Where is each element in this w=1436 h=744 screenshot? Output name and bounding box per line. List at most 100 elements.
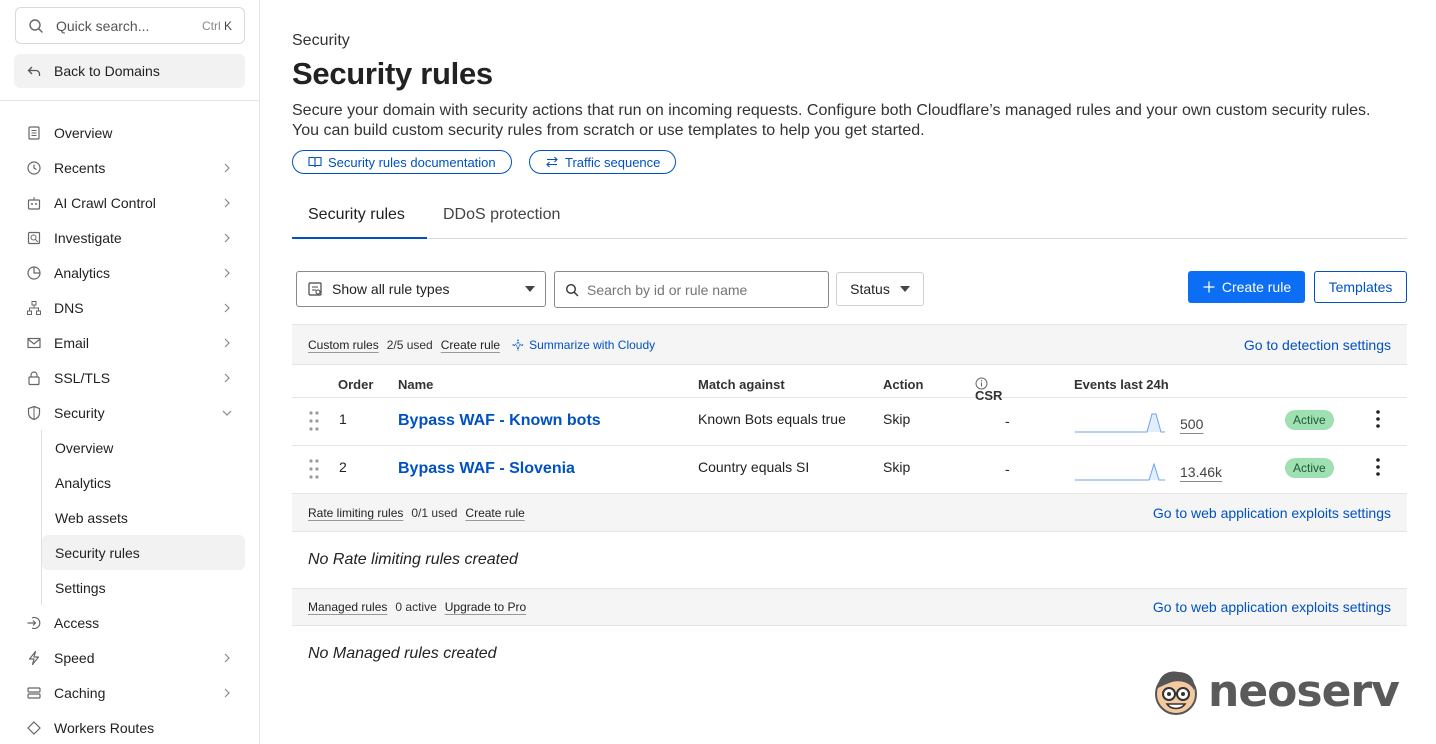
security-submenu: Overview Analytics Web assets Security r… [41, 430, 245, 605]
more-options-icon[interactable] [1376, 458, 1380, 476]
events-sparkline [1075, 462, 1165, 481]
diamond-icon [27, 720, 41, 735]
sidebar-item-label: Settings [55, 579, 106, 596]
web-exploits-settings-link[interactable]: Go to web application exploits settings [1153, 505, 1391, 521]
sidebar-subitem-analytics[interactable]: Analytics [42, 465, 245, 500]
lightning-icon [28, 650, 40, 665]
sidebar-item-access[interactable]: Access [14, 605, 245, 640]
upgrade-to-pro-link[interactable]: Upgrade to Pro [445, 600, 526, 614]
sidebar-item-label: Overview [54, 124, 113, 141]
sidebar-item-label: Analytics [54, 264, 111, 281]
sidebar-item-security[interactable]: Security [14, 395, 245, 430]
web-exploits-settings-link[interactable]: Go to web application exploits settings [1153, 599, 1391, 615]
tab-security-rules[interactable]: Security rules [292, 195, 427, 239]
templates-button[interactable]: Templates [1314, 271, 1407, 303]
rule-name-link[interactable]: Bypass WAF - Slovenia [398, 460, 575, 478]
sidebar-item-label: Speed [54, 649, 95, 666]
status-filter-label: Status [850, 281, 890, 297]
summarize-cloudy-link[interactable]: Summarize with Cloudy [512, 338, 655, 352]
managed-rules-usage: 0 active [395, 600, 437, 614]
rule-type-select[interactable]: Show all rule types [296, 271, 546, 307]
sidebar-subitem-security-rules[interactable]: Security rules [42, 535, 245, 570]
sidebar-item-caching[interactable]: Caching [14, 675, 245, 710]
sidebar-item-ssl-tls[interactable]: SSL/TLS [14, 360, 245, 395]
rule-action: Skip [883, 459, 911, 475]
sidebar-item-label: Recents [54, 159, 106, 176]
column-csr: CSR [975, 377, 1002, 403]
detection-settings-link[interactable]: Go to detection settings [1244, 337, 1391, 353]
chevron-right-icon [224, 373, 230, 382]
rate-limiting-usage: 0/1 used [411, 505, 458, 520]
sidebar-subitem-overview[interactable]: Overview [42, 430, 245, 465]
network-icon [27, 300, 41, 315]
sidebar-item-label: Workers Routes [54, 719, 155, 736]
traffic-sequence-link[interactable]: Traffic sequence [529, 150, 677, 174]
custom-rules-create-link[interactable]: Create rule [441, 338, 500, 352]
tab-ddos-protection[interactable]: DDoS protection [443, 195, 560, 239]
document-icon [28, 125, 40, 140]
rate-limiting-title[interactable]: Rate limiting rules [308, 506, 403, 520]
more-options-icon[interactable] [1376, 410, 1380, 428]
sparkle-icon [512, 338, 524, 351]
sidebar-subitem-settings[interactable]: Settings [42, 570, 245, 605]
quick-search-placeholder: Quick search... [56, 17, 150, 34]
sidebar-item-speed[interactable]: Speed [14, 640, 245, 675]
drag-handle-icon[interactable] [308, 410, 320, 432]
caret-down-icon [525, 286, 535, 292]
sidebar-item-ai-crawl-control[interactable]: AI Crawl Control [14, 185, 245, 220]
status-filter-button[interactable]: Status [836, 272, 924, 306]
table-row[interactable]: 1 Bypass WAF - Known bots Known Bots equ… [292, 398, 1407, 446]
chevron-right-icon [224, 268, 230, 277]
table-row[interactable]: 2 Bypass WAF - Slovenia Country equals S… [292, 446, 1407, 494]
sidebar-item-investigate[interactable]: Investigate [14, 220, 245, 255]
search-icon [565, 283, 579, 296]
chevron-right-icon [224, 198, 230, 207]
sidebar-item-workers-routes[interactable]: Workers Routes [14, 710, 245, 744]
sidebar-item-label: Access [54, 614, 100, 631]
column-action: Action [883, 377, 924, 392]
mascot-face-icon [1155, 671, 1197, 715]
rule-csr: - [1005, 413, 1010, 429]
rate-limiting-header: Rate limiting rules 0/1 used Create rule… [292, 493, 1407, 532]
sidebar-item-dns[interactable]: DNS [14, 290, 245, 325]
chevron-right-icon [224, 653, 230, 662]
rule-match: Known Bots equals true [698, 411, 846, 427]
back-label: Back to Domains [54, 63, 160, 79]
quick-search[interactable]: Quick search... Ctrl K [15, 7, 245, 44]
chevron-right-icon [224, 688, 230, 697]
sidebar-divider [0, 100, 259, 101]
back-to-domains-button[interactable]: Back to Domains [14, 54, 245, 88]
rule-search[interactable] [554, 271, 829, 308]
sidebar-item-label: Web assets [55, 509, 128, 526]
sidebar-item-label: Security rules [55, 544, 140, 561]
managed-rules-title[interactable]: Managed rules [308, 600, 387, 614]
rule-name-link[interactable]: Bypass WAF - Known bots [398, 412, 601, 430]
sidebar-subitem-web-assets[interactable]: Web assets [42, 500, 245, 535]
custom-rules-usage: 2/5 used [386, 337, 433, 352]
sidebar-item-label: Security [54, 404, 105, 421]
neoserv-wordmark: neoserv [1208, 666, 1400, 717]
create-rule-button[interactable]: Create rule [1188, 271, 1305, 303]
status-badge: Active [1285, 410, 1334, 430]
page-description: Secure your domain with security actions… [292, 102, 1371, 139]
pie-chart-icon [27, 265, 41, 280]
rule-events-count[interactable]: 13.46k [1180, 464, 1222, 480]
search-icon [29, 18, 43, 33]
sidebar-item-label: DNS [54, 299, 84, 316]
documentation-link[interactable]: Security rules documentation [292, 150, 512, 174]
rule-search-input[interactable] [587, 281, 818, 298]
drag-handle-icon[interactable] [308, 458, 320, 480]
database-icon [27, 686, 41, 699]
sidebar-item-email[interactable]: Email [14, 325, 245, 360]
custom-rules-title[interactable]: Custom rules [308, 338, 379, 352]
sidebar-item-label: AI Crawl Control [54, 194, 156, 211]
rate-limiting-create-link[interactable]: Create rule [465, 506, 524, 520]
rule-events-count[interactable]: 500 [1180, 416, 1203, 432]
chevron-right-icon [224, 163, 230, 172]
sidebar-item-recents[interactable]: Recents [14, 150, 245, 185]
lock-icon [28, 370, 40, 385]
sidebar-item-overview[interactable]: Overview [14, 115, 245, 150]
page-title: Security rules [292, 56, 493, 91]
sidebar-item-analytics[interactable]: Analytics [14, 255, 245, 290]
managed-rules-header: Managed rules 0 active Upgrade to Pro Go… [292, 588, 1407, 626]
